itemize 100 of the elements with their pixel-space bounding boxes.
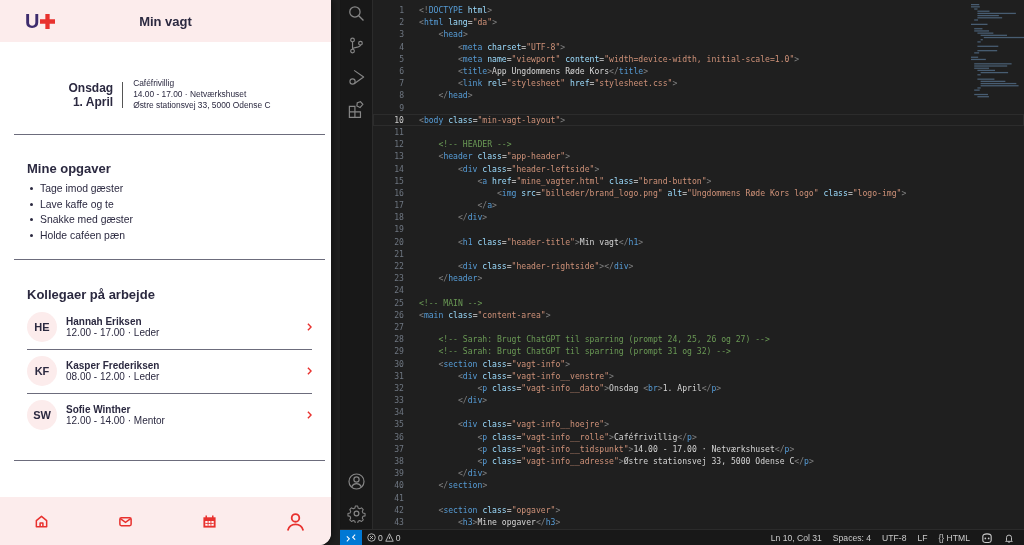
code-line: <img src="billeder/brand_logo.png" alt="Ungdommens Røde Kors logo" class="logo-img">	[495, 187, 907, 198]
code-line: <a href="mine_vagter.html" class="brand-button">	[476, 175, 712, 186]
task-item: Snakke med gæster	[40, 213, 133, 227]
code-line: </div>	[457, 212, 488, 223]
extensions-icon[interactable]	[346, 100, 366, 119]
settings-icon[interactable]	[346, 504, 366, 523]
code-line: <!DOCTYPE html>	[419, 5, 493, 16]
line-number: 19	[393, 224, 404, 235]
line-number: 13	[393, 151, 404, 162]
logo[interactable]: U	[25, 11, 56, 31]
chevron-icon[interactable]	[307, 411, 312, 419]
code-line: <link rel="stylesheet" href="stylesheet.css">	[457, 78, 678, 89]
code-line: <header class="app-header">	[437, 151, 571, 162]
line-number: 5	[398, 53, 404, 64]
line-number: 29	[393, 346, 404, 357]
line-number: 4	[398, 41, 404, 52]
line-number: 14	[393, 163, 404, 174]
code-line: <body class="min-vagt-layout">	[419, 114, 566, 125]
line-number: 37	[393, 443, 404, 454]
section-heading: Mine opgaver	[27, 161, 112, 176]
person-icon[interactable]	[286, 511, 305, 531]
bell-icon[interactable]	[1004, 532, 1014, 543]
line-number: 42	[393, 504, 404, 515]
line-number: 33	[393, 395, 404, 406]
colleague-name: Hannah Eriksen	[66, 316, 143, 327]
line-number: 7	[398, 78, 404, 89]
line-number: 22	[393, 261, 404, 272]
line-number: 17	[393, 200, 404, 211]
line-number: 26	[393, 309, 404, 320]
line-number: 9	[398, 102, 404, 113]
home-icon[interactable]	[34, 513, 49, 529]
bullet-icon	[30, 187, 33, 191]
line-number: 3	[398, 29, 404, 40]
code-line: </header>	[437, 273, 483, 284]
warning-count[interactable]: 0	[395, 532, 401, 543]
line-number: 43	[393, 516, 404, 527]
run-debug-icon[interactable]	[346, 68, 366, 87]
line-number: 28	[393, 334, 404, 345]
line-number: 38	[393, 456, 404, 467]
line-number: 6	[398, 66, 404, 77]
bullet-icon	[30, 202, 33, 206]
line-number: 36	[393, 431, 404, 442]
line-number: 30	[393, 358, 404, 369]
remote-icon	[346, 532, 356, 543]
avatar: KF	[27, 356, 57, 386]
line-number: 41	[393, 492, 404, 503]
code-line: <p class="vagt-info__rolle">Caféfrivillig</p>	[476, 431, 697, 442]
shift-role: Caféfrivillig	[133, 78, 176, 89]
colleague-name: Kasper Frederiksen	[66, 360, 161, 371]
task-item: Holde caféen pæn	[40, 228, 125, 243]
shift-date: Onsdag 1. April	[68, 80, 115, 109]
colleague-details: 12.00 - 14.00 · Mentor	[66, 415, 166, 426]
copilot-icon[interactable]	[981, 532, 993, 543]
line-number: 18	[393, 212, 404, 223]
line-number: 12	[393, 139, 404, 150]
line-number: 27	[393, 321, 404, 332]
calendar-icon[interactable]	[202, 513, 217, 529]
code-line: </head>	[437, 90, 473, 101]
bullet-icon	[30, 233, 33, 237]
search-icon[interactable]	[346, 4, 366, 23]
line-number: 39	[393, 468, 404, 479]
code-line: <div class="vagt-info__venstre">	[457, 370, 614, 381]
line-ending[interactable]: LF	[917, 532, 928, 543]
page-title: Min vagt	[139, 13, 192, 29]
shift-time-place: 14.00 - 17.00 · Netværkshuset	[133, 89, 248, 100]
line-number: 15	[393, 175, 404, 186]
line-number: 20	[393, 236, 404, 247]
logo-letter: U	[25, 11, 40, 31]
code-line: </a>	[476, 200, 497, 211]
indentation[interactable]: Spaces: 4	[832, 532, 872, 543]
line-number: 24	[393, 285, 404, 296]
code-line: <main class="content-area">	[419, 309, 551, 320]
code-line: <div class="header-leftside">	[457, 163, 600, 174]
account-icon[interactable]	[346, 472, 366, 491]
code-line: <p class="vagt-info__dato">Onsdag <br>1. April</p>	[476, 382, 722, 393]
line-number: 34	[393, 407, 404, 418]
error-count[interactable]: 0	[378, 532, 383, 543]
avatar: HE	[27, 312, 57, 342]
code-line: </section>	[437, 480, 488, 491]
code-line: <p class="vagt-info__tidspunkt">14.00 - 17.00 · Netværkshuset</p>	[476, 443, 795, 454]
code-line: <div class="header-rightside"></div>	[457, 261, 634, 272]
code-line: <section class="vagt-info">	[437, 358, 571, 369]
code-line: </div>	[457, 468, 488, 479]
code-line: <meta charset="UTF-8">	[457, 41, 566, 52]
remote-button[interactable]	[340, 530, 362, 545]
line-number: 8	[398, 90, 404, 101]
chevron-icon[interactable]	[307, 323, 312, 331]
line-number: 10	[393, 114, 404, 125]
encoding[interactable]: UTF-8	[882, 532, 907, 543]
code-line: <p class="vagt-info__adresse">Østre stationsvej 33, 5000 Odense C</p>	[476, 456, 814, 467]
chevron-icon[interactable]	[307, 367, 312, 375]
cross-icon	[40, 13, 56, 29]
task-item: Tage imod gæster	[40, 182, 124, 196]
line-number: 16	[393, 187, 404, 198]
line-number: 23	[393, 273, 404, 284]
language-mode[interactable]: {} HTML	[938, 532, 970, 543]
code-line: <h3>Mine opgaver</h3>	[457, 516, 561, 527]
task-item: Lave kaffe og te	[40, 197, 114, 212]
line-number: 11	[393, 126, 404, 137]
cursor-position[interactable]: Ln 10, Col 31	[770, 532, 822, 543]
